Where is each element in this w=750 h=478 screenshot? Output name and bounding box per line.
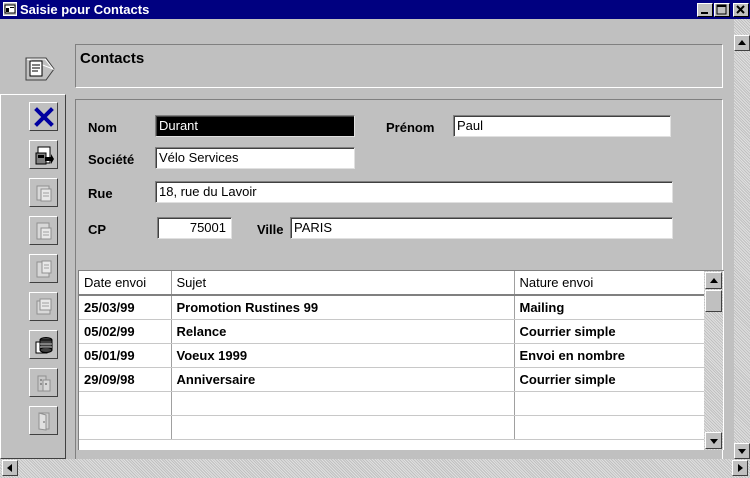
building-button[interactable]	[29, 368, 58, 397]
cell-nature[interactable]	[514, 415, 704, 440]
arrow-left-icon	[7, 464, 12, 472]
ville-label: Ville	[257, 222, 284, 237]
societe-field[interactable]: Vélo Services	[155, 147, 355, 169]
prenom-field[interactable]: Paul	[453, 115, 671, 137]
window-scroll-up-button[interactable]	[734, 35, 750, 51]
window-scroll-down-button[interactable]	[734, 443, 750, 459]
cell-date[interactable]: 05/02/99	[79, 319, 172, 344]
cell-sujet[interactable]: Promotion Rustines 99	[171, 295, 515, 320]
column-header-nature[interactable]: Nature envoi	[514, 271, 704, 296]
societe-label: Société	[88, 152, 135, 167]
table-scrollbar[interactable]	[704, 271, 723, 450]
save-button[interactable]	[29, 140, 58, 169]
print-preview-icon	[36, 260, 51, 277]
title-bar[interactable]: Saisie pour Contacts	[0, 0, 750, 19]
cell-nature[interactable]	[514, 391, 704, 416]
arrow-down-icon	[709, 438, 718, 444]
cp-field[interactable]: 75001	[157, 217, 232, 239]
cell-nature[interactable]: Mailing	[514, 295, 704, 320]
ville-field[interactable]: PARIS	[290, 217, 673, 239]
cell-date[interactable]: 05/01/99	[79, 343, 172, 368]
copy-button[interactable]	[29, 178, 58, 207]
scroll-down-button[interactable]	[705, 432, 722, 449]
list-button[interactable]	[29, 292, 58, 321]
window-horizontal-scrollbar[interactable]	[0, 459, 750, 478]
table-row[interactable]: 29/09/98 Anniversaire Courrier simple	[79, 367, 704, 392]
app-icon	[3, 2, 17, 16]
cell-sujet[interactable]	[171, 415, 515, 440]
nom-label: Nom	[88, 120, 117, 135]
close-button[interactable]	[733, 3, 749, 17]
column-header-date[interactable]: Date envoi	[79, 271, 172, 296]
print-button[interactable]	[29, 216, 58, 245]
copy-icon	[36, 185, 51, 201]
window-body: Contacts Nom Durant Prénom Paul Société …	[0, 19, 734, 461]
cell-date[interactable]	[79, 415, 172, 440]
document-icon	[24, 54, 64, 87]
rue-field[interactable]: 18, rue du Lavoir	[155, 181, 673, 203]
window-title: Saisie pour Contacts	[20, 2, 150, 17]
cell-date[interactable]: 25/03/99	[79, 295, 172, 320]
arrow-down-icon	[738, 449, 746, 454]
envois-table: Date envoi Sujet Nature envoi 25/03/99 P…	[78, 270, 724, 450]
envois-grid: Date envoi Sujet Nature envoi 25/03/99 P…	[79, 271, 704, 440]
maximize-button[interactable]	[714, 3, 730, 17]
table-row[interactable]: 25/03/99 Promotion Rustines 99 Mailing	[79, 295, 704, 320]
minimize-button[interactable]	[697, 3, 713, 17]
arrow-up-icon	[738, 40, 746, 45]
arrow-up-icon	[709, 277, 718, 283]
cell-sujet[interactable]: Anniversaire	[171, 367, 515, 392]
header-panel	[75, 44, 723, 88]
cell-sujet[interactable]: Voeux 1999	[171, 343, 515, 368]
cell-nature[interactable]: Courrier simple	[514, 319, 704, 344]
database-icon	[35, 336, 52, 353]
table-header-row: Date envoi Sujet Nature envoi	[79, 271, 704, 296]
print-preview-button[interactable]	[29, 254, 58, 283]
prenom-label: Prénom	[386, 120, 435, 135]
arrow-right-icon	[738, 464, 743, 472]
window-scroll-right-button[interactable]	[732, 460, 748, 476]
cell-sujet[interactable]	[171, 391, 515, 416]
print-icon	[36, 222, 51, 239]
nom-field[interactable]: Durant	[155, 115, 355, 137]
cp-label: CP	[88, 222, 107, 237]
building-icon	[37, 375, 50, 391]
window-scroll-left-button[interactable]	[2, 460, 18, 476]
table-row[interactable]	[79, 415, 704, 440]
exit-door-icon	[38, 411, 49, 431]
scroll-thumb[interactable]	[705, 290, 722, 312]
table-row[interactable]: 05/01/99 Voeux 1999 Envoi en nombre	[79, 343, 704, 368]
table-row[interactable]: 05/02/99 Relance Courrier simple	[79, 319, 704, 344]
cell-nature[interactable]: Envoi en nombre	[514, 343, 704, 368]
list-icon	[36, 298, 51, 314]
rue-label: Rue	[88, 186, 113, 201]
cell-sujet[interactable]: Relance	[171, 319, 515, 344]
column-header-sujet[interactable]: Sujet	[171, 271, 515, 296]
scroll-up-button[interactable]	[705, 272, 722, 289]
table-row[interactable]	[79, 391, 704, 416]
database-button[interactable]	[29, 330, 58, 359]
cell-nature[interactable]: Courrier simple	[514, 367, 704, 392]
cell-date[interactable]: 29/09/98	[79, 367, 172, 392]
window-vertical-scrollbar[interactable]	[734, 19, 750, 459]
save-icon	[35, 146, 54, 164]
delete-icon	[33, 106, 54, 127]
delete-button[interactable]	[29, 102, 58, 131]
exit-button[interactable]	[29, 406, 58, 435]
cell-date[interactable]	[79, 391, 172, 416]
page-title: Contacts	[80, 50, 145, 67]
